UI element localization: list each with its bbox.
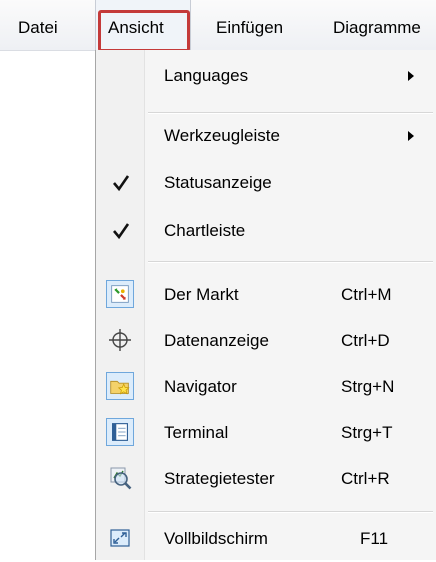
strategy-tester-magnifier-icon bbox=[110, 467, 132, 490]
checkmark-icon bbox=[113, 175, 130, 192]
menu-item-statusanzeige[interactable]: Statusanzeige bbox=[96, 160, 436, 206]
market-watch-icon bbox=[106, 280, 134, 308]
menu-item-label: Statusanzeige bbox=[164, 173, 272, 192]
menu-bar: Datei Ansicht Einfügen Diagramme bbox=[0, 0, 436, 51]
menu-item-shortcut: Ctrl+D bbox=[341, 331, 390, 350]
menu-item-label: Languages bbox=[164, 66, 249, 85]
menu-separator bbox=[148, 261, 433, 263]
menu-item-terminal[interactable]: Terminal Strg+T bbox=[96, 410, 436, 456]
navigator-folder-star-icon bbox=[106, 372, 134, 400]
menu-item-datenanzeige[interactable]: Datenanzeige Ctrl+D bbox=[96, 318, 436, 364]
menu-item-shortcut: Strg+N bbox=[341, 377, 395, 396]
view-dropdown-menu: Languages Werkzeugleiste Statusanzeige C… bbox=[95, 50, 436, 560]
menu-item-shortcut: Strg+T bbox=[341, 423, 393, 442]
menu-item-label: Strategietester bbox=[164, 469, 275, 488]
menu-item-strategietester[interactable]: Strategietester Ctrl+R bbox=[96, 456, 436, 502]
menu-separator bbox=[148, 511, 433, 513]
menu-datei[interactable]: Datei bbox=[18, 0, 58, 50]
submenu-arrow-icon bbox=[408, 71, 414, 81]
checkmark-icon bbox=[113, 223, 130, 240]
menu-item-label: Chartleiste bbox=[164, 221, 246, 240]
menu-ansicht[interactable]: Ansicht bbox=[95, 0, 191, 50]
menu-item-shortcut: F11 bbox=[360, 529, 389, 548]
menu-item-label: Werkzeugleiste bbox=[164, 126, 280, 145]
menu-item-chartleiste[interactable]: Chartleiste bbox=[96, 208, 436, 254]
menu-item-shortcut: Ctrl+R bbox=[341, 469, 390, 488]
menu-item-navigator[interactable]: Navigator Strg+N bbox=[96, 364, 436, 410]
submenu-arrow-icon bbox=[408, 131, 414, 141]
menu-item-label: Vollbildschirm bbox=[164, 529, 268, 548]
crosshair-icon bbox=[109, 329, 131, 351]
menu-item-der-markt[interactable]: Der Markt Ctrl+M bbox=[96, 272, 436, 318]
terminal-window-icon bbox=[106, 418, 134, 446]
menu-item-label: Terminal bbox=[164, 423, 229, 442]
menu-item-label: Datenanzeige bbox=[164, 331, 269, 350]
menu-item-label: Der Markt bbox=[164, 285, 239, 304]
menu-diagramme[interactable]: Diagramme bbox=[333, 0, 421, 50]
fullscreen-icon bbox=[110, 529, 130, 547]
menu-item-vollbildschirm[interactable]: Vollbildschirm F11 bbox=[96, 516, 436, 562]
menu-item-languages[interactable]: Languages bbox=[96, 53, 436, 99]
menu-item-shortcut: Ctrl+M bbox=[341, 285, 392, 304]
menu-einfuegen[interactable]: Einfügen bbox=[216, 0, 283, 50]
menu-item-label: Navigator bbox=[164, 377, 237, 396]
menu-item-werkzeugleiste[interactable]: Werkzeugleiste bbox=[96, 113, 436, 159]
